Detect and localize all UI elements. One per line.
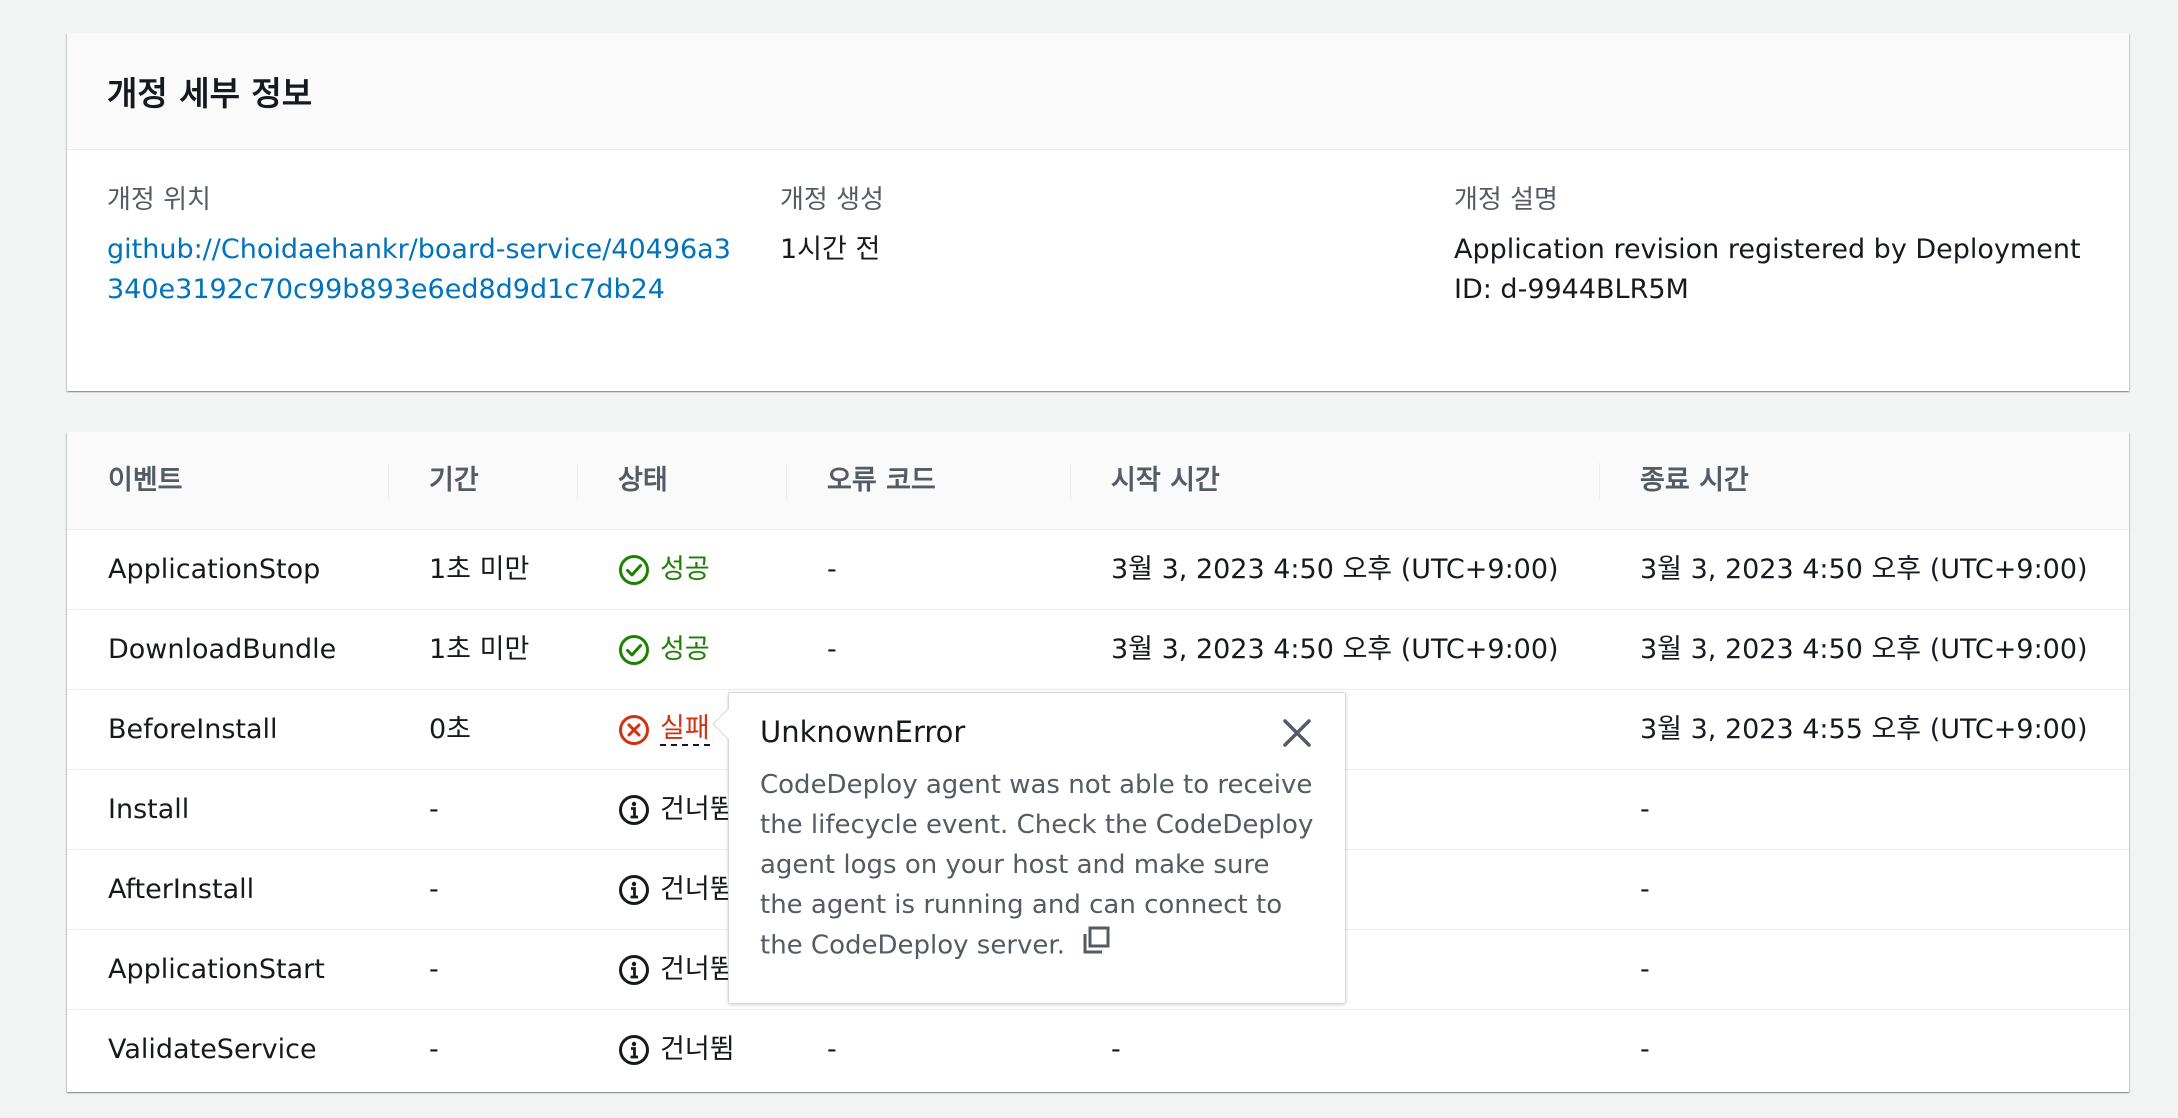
column-divider bbox=[388, 463, 389, 499]
cell-end-time: 3월 3, 2023 4:50 오후 (UTC+9:00) bbox=[1640, 634, 2088, 665]
status-label: 건너뜀 bbox=[660, 874, 735, 905]
revision-location: 개정 위치 github://Choidaehankr/board-servic… bbox=[107, 182, 747, 310]
revision-location-label: 개정 위치 bbox=[107, 185, 211, 215]
status-label: 건너뜀 bbox=[660, 954, 735, 985]
cell-duration: - bbox=[429, 794, 439, 825]
column-divider bbox=[577, 463, 578, 499]
cell-duration: - bbox=[429, 874, 439, 905]
column-header-event[interactable]: 이벤트 bbox=[108, 432, 183, 530]
cell-status: 성공 bbox=[618, 530, 710, 610]
cell-duration: 1초 미만 bbox=[429, 634, 530, 665]
cell-status: 건너뜀 bbox=[618, 850, 735, 930]
error-popover: UnknownError CodeDeploy agent was not ab… bbox=[712, 692, 1346, 1004]
status-label: 성공 bbox=[660, 554, 710, 585]
cell-duration: - bbox=[429, 954, 439, 985]
cell-end-time: 3월 3, 2023 4:55 오후 (UTC+9:00) bbox=[1640, 714, 2088, 745]
cell-event-name: ApplicationStart bbox=[108, 954, 325, 985]
cell-duration: - bbox=[429, 1034, 439, 1065]
status-label[interactable]: 실패 bbox=[660, 714, 710, 746]
cell-event-name: DownloadBundle bbox=[108, 634, 337, 665]
status-label: 건너뜀 bbox=[660, 1034, 735, 1065]
cell-event-name: AfterInstall bbox=[108, 874, 255, 905]
revision-location-link[interactable]: github://Choidaehankr/board-service/4049… bbox=[107, 234, 731, 305]
column-header-end-time[interactable]: 종료 시간 bbox=[1640, 432, 1749, 530]
table-row: ApplicationStop 1초 미만 성공 - 3월 3, 2023 4:50 오… bbox=[67, 530, 2129, 610]
column-header-status[interactable]: 상태 bbox=[618, 432, 668, 530]
status-error-icon bbox=[618, 714, 660, 746]
revision-description-label: 개정 설명 bbox=[1454, 185, 1558, 215]
cell-event-name: Install bbox=[108, 794, 190, 825]
cell-start-time: 3월 3, 2023 4:50 오후 (UTC+9:00) bbox=[1111, 634, 1559, 665]
column-header-duration[interactable]: 기간 bbox=[429, 432, 479, 530]
column-header-start-time[interactable]: 시작 시간 bbox=[1111, 432, 1220, 530]
cell-start-time: 3월 3, 2023 4:50 오후 (UTC+9:00) bbox=[1111, 554, 1559, 585]
cell-event-name: BeforeInstall bbox=[108, 714, 278, 745]
cell-event-name: ApplicationStop bbox=[108, 554, 321, 585]
status-label: 건너뜀 bbox=[660, 794, 735, 825]
cell-error-code: - bbox=[827, 634, 837, 665]
cell-status: 건너뜀 bbox=[618, 770, 735, 850]
cell-start-time: - bbox=[1111, 1034, 1121, 1065]
cell-error-code: - bbox=[827, 1034, 837, 1065]
revision-description: 개정 설명 Application revision registered by… bbox=[1454, 182, 2094, 310]
popover-title: UnknownError bbox=[760, 715, 966, 749]
status-info-icon bbox=[618, 954, 660, 986]
copy-icon[interactable] bbox=[1081, 925, 1111, 967]
revision-description-value: Application revision registered by Deplo… bbox=[1454, 234, 2081, 305]
column-divider bbox=[1070, 463, 1071, 499]
revision-location-value: github://Choidaehankr/board-service/4049… bbox=[107, 230, 747, 310]
revision-details-grid: 개정 위치 github://Choidaehankr/board-servic… bbox=[67, 150, 2129, 390]
revision-created-value: 1시간 전 bbox=[780, 234, 881, 265]
table-header: 이벤트 기간 상태 오류 코드 시작 시간 종료 시간 bbox=[67, 432, 2129, 530]
status-info-icon bbox=[618, 874, 660, 906]
status-success-icon bbox=[618, 634, 660, 666]
cell-duration: 1초 미만 bbox=[429, 554, 530, 585]
cell-end-time: - bbox=[1640, 794, 1650, 825]
popover-message: CodeDeploy agent was not able to receive… bbox=[760, 770, 1314, 961]
cell-error-code: - bbox=[827, 554, 837, 585]
status-info-icon bbox=[618, 794, 660, 826]
column-divider bbox=[786, 463, 787, 499]
panel-header: 개정 세부 정보 bbox=[67, 33, 2129, 150]
table-row: DownloadBundle 1초 미만 성공 - 3월 3, 2023 4:50 오후… bbox=[67, 610, 2129, 690]
cell-status: 건너뜀 bbox=[618, 930, 735, 1010]
status-label: 성공 bbox=[660, 634, 710, 665]
cell-status: 성공 bbox=[618, 610, 710, 690]
status-info-icon bbox=[618, 1034, 660, 1066]
panel-title: 개정 세부 정보 bbox=[107, 74, 313, 113]
table-row: ValidateService - 건너뜀 - - - bbox=[67, 1010, 2129, 1090]
column-header-error-code[interactable]: 오류 코드 bbox=[827, 432, 936, 530]
close-icon[interactable] bbox=[1279, 715, 1315, 751]
status-success-icon bbox=[618, 554, 660, 586]
cell-end-time: 3월 3, 2023 4:50 오후 (UTC+9:00) bbox=[1640, 554, 2088, 585]
cell-status: 실패 bbox=[618, 690, 710, 770]
cell-end-time: - bbox=[1640, 1034, 1650, 1065]
cell-event-name: ValidateService bbox=[108, 1034, 317, 1065]
cell-end-time: - bbox=[1640, 874, 1650, 905]
revision-created: 개정 생성 1시간 전 bbox=[780, 182, 1400, 270]
popover-message-container: CodeDeploy agent was not able to receive… bbox=[760, 765, 1320, 967]
revision-created-label: 개정 생성 bbox=[780, 185, 884, 215]
cell-status: 건너뜀 bbox=[618, 1010, 735, 1090]
column-divider bbox=[1599, 463, 1600, 499]
cell-duration: 0초 bbox=[429, 714, 472, 745]
revision-details-panel: 개정 세부 정보 개정 위치 github://Choidaehankr/boa… bbox=[67, 33, 2129, 391]
cell-end-time: - bbox=[1640, 954, 1650, 985]
